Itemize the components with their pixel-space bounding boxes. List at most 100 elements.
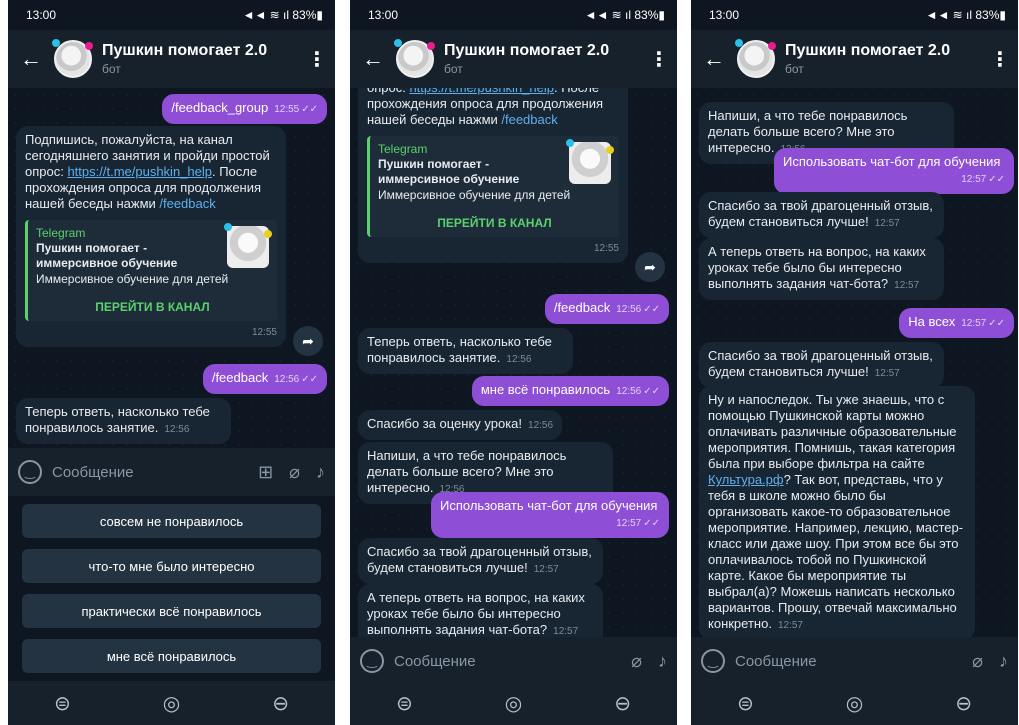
message-text: Ну и напоследок. Ты уже знаешь, что с по… <box>708 392 957 471</box>
reply-keyboard: совсем не понравилось что-то мне было ин… <box>8 496 335 681</box>
read-check-icon: ✓✓ <box>643 304 660 315</box>
chat-header: ← Пушкин помогает 2.0 бот ⋮ <box>8 30 335 88</box>
emoji-icon[interactable]: ‿ <box>360 649 384 673</box>
message-time: 12:57 <box>874 218 900 229</box>
message-time: 12:57 <box>553 626 579 637</box>
back-arrow-icon[interactable]: ← <box>699 46 729 72</box>
message-link[interactable]: https://t.me/pushkin_help <box>67 164 212 179</box>
microphone-icon[interactable]: ♪ <box>316 462 325 483</box>
card-thumbnail <box>566 139 614 184</box>
message-input-bar: ‿ Сообщение ⌀ ♪ <box>350 637 677 685</box>
reply-button[interactable]: совсем не понравилось <box>22 504 321 538</box>
system-nav-bar: ⊜ ◎ ⊖ <box>350 681 677 725</box>
message-text: Использовать чат-бот для обучения <box>783 154 1001 169</box>
status-time: 13:00 <box>26 8 57 22</box>
message-in: Ну и напоследок. Ты уже знаешь, что с по… <box>699 386 975 637</box>
read-check-icon: ✓✓ <box>988 318 1005 329</box>
message-time: 12:55 <box>251 327 277 338</box>
command-link[interactable]: /feedback <box>501 112 557 127</box>
avatar[interactable] <box>52 39 93 78</box>
back-arrow-icon[interactable]: ← <box>16 46 46 72</box>
bot-keyboard-icon[interactable]: ⊞ <box>258 462 273 483</box>
nav-back-icon[interactable]: ⊖ <box>955 691 972 716</box>
status-bar: 13:00 ◄◄ ≋ ıl 83%▮ <box>8 0 335 30</box>
card-description: Иммерсивное обучение для детей <box>36 272 229 286</box>
status-icons: ◄◄ ≋ ıl 83%▮ <box>584 8 665 22</box>
system-nav-bar: ⊜ ◎ ⊖ <box>691 681 1018 725</box>
message-in: А теперь ответь на вопрос, на каких урок… <box>358 584 603 637</box>
phone-screen-2: 13:00 ◄◄ ≋ ıl 83%▮ ← Пушкин помогает 2.0… <box>350 0 677 725</box>
nav-menu-icon[interactable]: ⊜ <box>737 691 754 716</box>
status-bar: 13:00 ◄◄ ≋ ıl 83%▮ <box>350 0 677 30</box>
nav-home-icon[interactable]: ◎ <box>505 691 522 716</box>
read-check-icon: ✓✓ <box>301 104 318 115</box>
message-input[interactable]: Сообщение <box>394 653 615 670</box>
message-text: Использовать чат-бот для обучения <box>440 498 658 513</box>
nav-back-icon[interactable]: ⊖ <box>614 691 631 716</box>
attach-icon[interactable]: ⌀ <box>631 651 642 672</box>
microphone-icon[interactable]: ♪ <box>999 651 1008 672</box>
reply-button[interactable]: мне всё понравилось <box>22 639 321 673</box>
message-in: Спасибо за твой драгоценный отзыв, будем… <box>699 192 944 238</box>
message-in-with-card: Подпишись, пожалуйста, на канал сегодняш… <box>358 88 628 263</box>
more-menu-icon[interactable]: ⋮ <box>649 47 669 72</box>
message-out: мне всё понравилось 12:56 ✓✓ <box>471 376 669 406</box>
nav-menu-icon[interactable]: ⊜ <box>54 691 71 716</box>
nav-home-icon[interactable]: ◎ <box>163 691 180 716</box>
share-icon[interactable]: ➦ <box>635 252 665 282</box>
message-input[interactable]: Сообщение <box>735 653 956 670</box>
message-time: 12:56 <box>616 304 642 315</box>
chat-title[interactable]: Пушкин помогает 2.0 <box>102 42 307 60</box>
nav-menu-icon[interactable]: ⊜ <box>396 691 413 716</box>
open-channel-button[interactable]: ПЕРЕЙТИ В КАНАЛ <box>36 299 269 315</box>
emoji-icon[interactable]: ‿ <box>18 460 42 484</box>
message-input[interactable]: Сообщение <box>52 464 242 481</box>
command-link[interactable]: /feedback <box>159 196 215 211</box>
microphone-icon[interactable]: ♪ <box>658 651 667 672</box>
message-in: Теперь ответь, насколько тебе понравилос… <box>16 398 231 444</box>
open-channel-button[interactable]: ПЕРЕЙТИ В КАНАЛ <box>378 215 611 231</box>
message-in-with-card: Подпишись, пожалуйста, на канал сегодняш… <box>16 126 286 347</box>
avatar[interactable] <box>394 39 435 78</box>
message-link[interactable]: https://t.me/pushkin_help <box>409 88 554 95</box>
more-menu-icon[interactable]: ⋮ <box>990 47 1010 72</box>
message-time: 12:57 <box>616 518 642 529</box>
status-time: 13:00 <box>368 8 399 22</box>
phone-screen-3: 13:00 ◄◄ ≋ ıl 83%▮ ← Пушкин помогает 2.0… <box>691 0 1018 725</box>
message-out: На всех 12:57 ✓✓ <box>899 308 1014 338</box>
read-check-icon: ✓✓ <box>643 386 660 397</box>
message-text: Спасибо за оценку урока! <box>367 416 523 431</box>
message-in: Теперь ответь, насколько тебе понравилос… <box>358 328 573 374</box>
message-in: Спасибо за твой драгоценный отзыв, будем… <box>699 342 944 388</box>
message-list: Напиши, а что тебе понравилось делать бо… <box>691 88 1018 637</box>
nav-home-icon[interactable]: ◎ <box>846 691 863 716</box>
message-out: /feedback 12:56 ✓✓ <box>544 294 669 324</box>
chat-title[interactable]: Пушкин помогает 2.0 <box>444 42 649 60</box>
share-icon[interactable]: ➦ <box>293 326 323 356</box>
message-text: ? Так вот, представь, что у тебя в школе… <box>708 472 964 631</box>
attach-icon[interactable]: ⌀ <box>972 651 983 672</box>
avatar[interactable] <box>735 39 776 78</box>
message-out: Использовать чат-бот для обучения 12:57 ✓… <box>774 148 1014 194</box>
read-check-icon: ✓✓ <box>643 518 660 529</box>
emoji-icon[interactable]: ‿ <box>701 649 725 673</box>
chat-title[interactable]: Пушкин помогает 2.0 <box>785 42 990 60</box>
reply-button[interactable]: что-то мне было интересно <box>22 549 321 583</box>
message-time: 12:56 <box>616 386 642 397</box>
message-text: мне всё понравилось <box>480 382 611 397</box>
link-preview-card[interactable]: Telegram Пушкин помогает - иммерсивное о… <box>367 136 619 237</box>
message-text: /feedback <box>553 300 611 315</box>
message-link[interactable]: Культура.рф <box>708 472 784 487</box>
status-icons: ◄◄ ≋ ıl 83%▮ <box>925 8 1006 22</box>
reply-button[interactable]: практически всё понравилось <box>22 594 321 628</box>
more-menu-icon[interactable]: ⋮ <box>307 47 327 72</box>
message-time: 12:57 <box>894 280 920 291</box>
status-time: 13:00 <box>709 8 740 22</box>
nav-back-icon[interactable]: ⊖ <box>272 691 289 716</box>
link-preview-card[interactable]: Telegram Пушкин помогает - иммерсивное о… <box>25 220 277 321</box>
back-arrow-icon[interactable]: ← <box>358 46 388 72</box>
message-time: 12:57 <box>533 564 559 575</box>
message-out: Использовать чат-бот для обучения 12:57 ✓… <box>431 492 669 538</box>
message-list: /feedback_group 12:55 ✓✓ Подпишись, пожалу… <box>8 88 335 448</box>
attach-icon[interactable]: ⌀ <box>289 462 300 483</box>
